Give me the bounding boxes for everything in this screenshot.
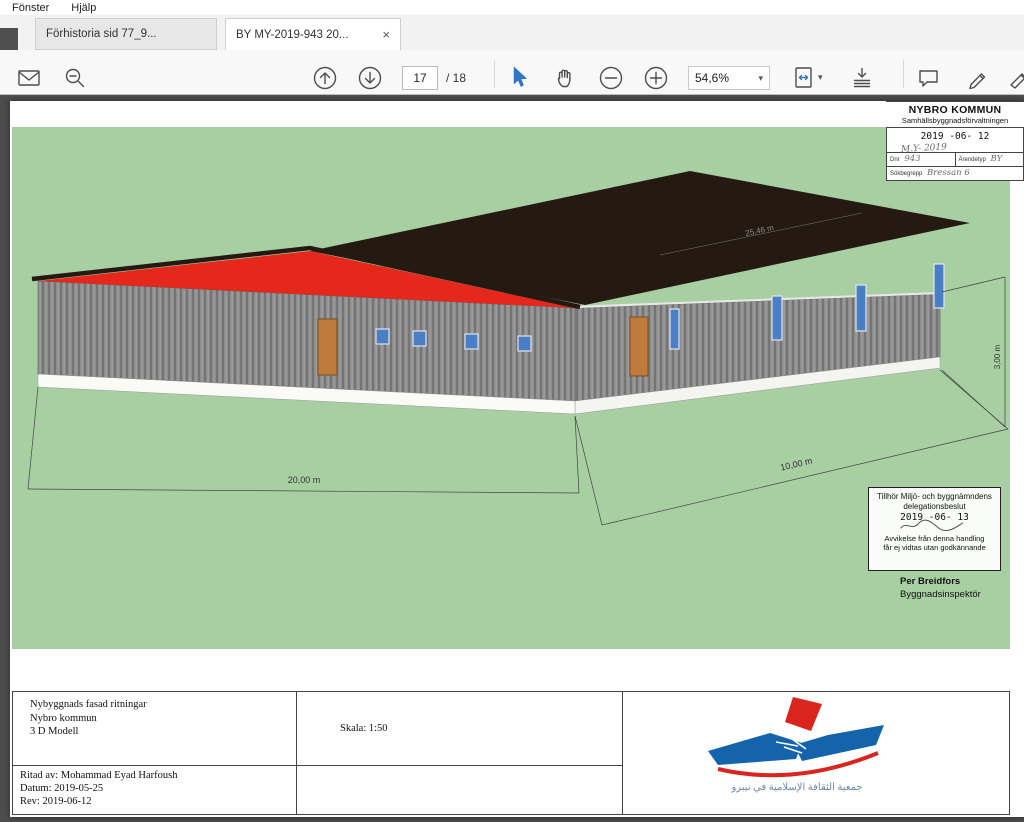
front-window	[413, 331, 426, 346]
delegation-line2: delegationsbeslut	[869, 502, 1000, 512]
zoom-out-magnifier-icon[interactable]	[62, 65, 88, 91]
delegation-line4: får ej vidtas utan godkännande	[869, 543, 1000, 552]
side-door	[630, 317, 648, 376]
toolbar-separator	[494, 60, 495, 88]
type-value: BY	[991, 154, 1003, 164]
title-block-border	[1009, 691, 1010, 815]
date-label: Datum: 2019-05-25	[20, 782, 177, 795]
dimension-height-label: 3,00 m	[993, 344, 1002, 369]
zoom-in-icon[interactable]	[643, 65, 669, 91]
zoom-level-value: 54,6%	[695, 71, 729, 85]
page-number-input[interactable]: 17	[402, 66, 438, 90]
title-block-border	[12, 691, 1010, 692]
dimension-side-label: 10,00 m	[779, 456, 813, 473]
menu-fonster[interactable]: Fönster	[12, 2, 49, 14]
scale-label: Skala: 1:50	[340, 723, 388, 734]
stamp-type-cell: Ärendetyp BY	[955, 153, 1024, 166]
hand-tool-icon[interactable]	[552, 65, 578, 91]
comment-icon[interactable]	[916, 65, 942, 91]
signature-scribble	[895, 519, 975, 532]
rev-label: Rev: 2019-06-12	[20, 795, 177, 808]
drawing-title-line2: Nybro kommun	[30, 712, 147, 726]
toolbar-separator	[903, 60, 904, 88]
dimension-front-label: 20,00 m	[288, 475, 321, 485]
dnr-value: 943	[904, 154, 920, 164]
chevron-down-icon: ▾	[758, 73, 763, 84]
side-window	[856, 285, 866, 331]
front-window	[376, 329, 389, 344]
page-scroll-icon[interactable]	[849, 65, 875, 91]
front-window	[465, 334, 478, 349]
tab-label: Förhistoria sid 77_9...	[46, 28, 206, 40]
title-block: Nybyggnads fasad ritningar Nybro kommun …	[12, 691, 1010, 815]
tab-forhistoria[interactable]: Förhistoria sid 77_9...	[35, 18, 217, 50]
title-block-divider	[12, 765, 622, 766]
drawing-title-line1: Nybyggnads fasad ritningar	[30, 698, 147, 712]
document-viewer[interactable]: 20,00 m 10,00 m 3,00 m 25,46 m NYBRO KOM…	[0, 95, 1024, 822]
tab-by-my-2019-943[interactable]: BY MY-2019-943 20... ×	[225, 18, 401, 50]
title-block-divider	[622, 691, 623, 815]
email-icon[interactable]	[16, 65, 42, 91]
title-block-border	[12, 814, 1010, 815]
dnr-label: Dnr	[890, 157, 900, 163]
organization-logo: جمعية الثقافة الإسلامية في نيبرو	[652, 695, 942, 807]
stamp-search-row: Sökbegrepp Bressan 6	[887, 166, 1023, 180]
chevron-down-icon[interactable]: ▾	[818, 72, 823, 83]
highlighter-icon[interactable]	[1006, 65, 1024, 91]
stamp-dept-name: Samhällsbyggnadsförvaltningen	[886, 116, 1024, 125]
side-window	[772, 296, 782, 340]
side-window	[934, 264, 944, 308]
zoom-level-dropdown[interactable]: 54,6% ▾	[688, 66, 770, 90]
search-label: Sökbegrepp	[890, 171, 922, 177]
drawing-title-cell: Nybyggnads fasad ritningar Nybro kommun …	[30, 698, 147, 739]
previous-page-icon[interactable]	[312, 65, 338, 91]
fit-width-icon[interactable]	[791, 65, 817, 91]
pdf-page: 20,00 m 10,00 m 3,00 m 25,46 m NYBRO KOM…	[10, 101, 1024, 817]
tab-label: BY MY-2019-943 20...	[236, 29, 374, 41]
type-label: Ärendetyp	[959, 157, 986, 163]
side-window	[670, 309, 679, 349]
menu-bar: Fönster Hjälp	[0, 0, 1024, 15]
building-3d-model: 20,00 m 10,00 m 3,00 m 25,46 m	[12, 127, 1010, 649]
pencil-icon[interactable]	[966, 65, 992, 91]
search-value: Bressan 6	[927, 168, 970, 178]
registry-stamp: NYBRO KOMMUN Samhällsbyggnadsförvaltning…	[886, 101, 1024, 181]
next-page-icon[interactable]	[357, 65, 383, 91]
delegation-stamp: Tillhör Miljö- och byggnämndens delegati…	[868, 487, 1001, 571]
title-block-border	[12, 691, 13, 815]
title-block-divider	[296, 691, 297, 815]
select-tool-icon[interactable]	[506, 65, 532, 91]
zoom-out-icon[interactable]	[598, 65, 624, 91]
handshake-logo-icon	[692, 695, 902, 779]
inspector-block: Per Breidfors Byggnadsinspektör	[900, 575, 981, 601]
stamp-box: 2019 -06- 12 M.Y- 2019 Dnr 943 Ärendetyp…	[886, 127, 1024, 181]
inspector-name: Per Breidfors	[900, 575, 981, 588]
menu-hjalp[interactable]: Hjälp	[71, 2, 96, 14]
drawn-by-label: Ritad av: Mohammad Eyad Harfoush	[20, 769, 177, 782]
page-total-label: / 18	[446, 71, 466, 85]
delegation-line1: Tillhör Miljö- och byggnämndens	[869, 492, 1000, 502]
organization-name-arabic: جمعية الثقافة الإسلامية في نيبرو	[652, 782, 942, 793]
toolbar: 17 / 18 54,6% ▾ ▾	[0, 50, 1024, 95]
drawing-area: 20,00 m 10,00 m 3,00 m 25,46 m	[12, 127, 1010, 649]
delegation-line3: Avvikelse från denna handling	[869, 534, 1000, 543]
dark-corner-block	[0, 28, 18, 50]
drawing-meta-cell: Ritad av: Mohammad Eyad Harfoush Datum: …	[20, 769, 177, 808]
tab-close-icon[interactable]: ×	[382, 28, 390, 41]
front-door	[318, 319, 337, 375]
tab-bar: Förhistoria sid 77_9... BY MY-2019-943 2…	[0, 15, 1024, 50]
stamp-org-name: NYBRO KOMMUN	[886, 104, 1024, 116]
inspector-role: Byggnadsinspektör	[900, 588, 981, 601]
drawing-title-line3: 3 D Modell	[30, 725, 147, 739]
front-window	[518, 336, 531, 351]
